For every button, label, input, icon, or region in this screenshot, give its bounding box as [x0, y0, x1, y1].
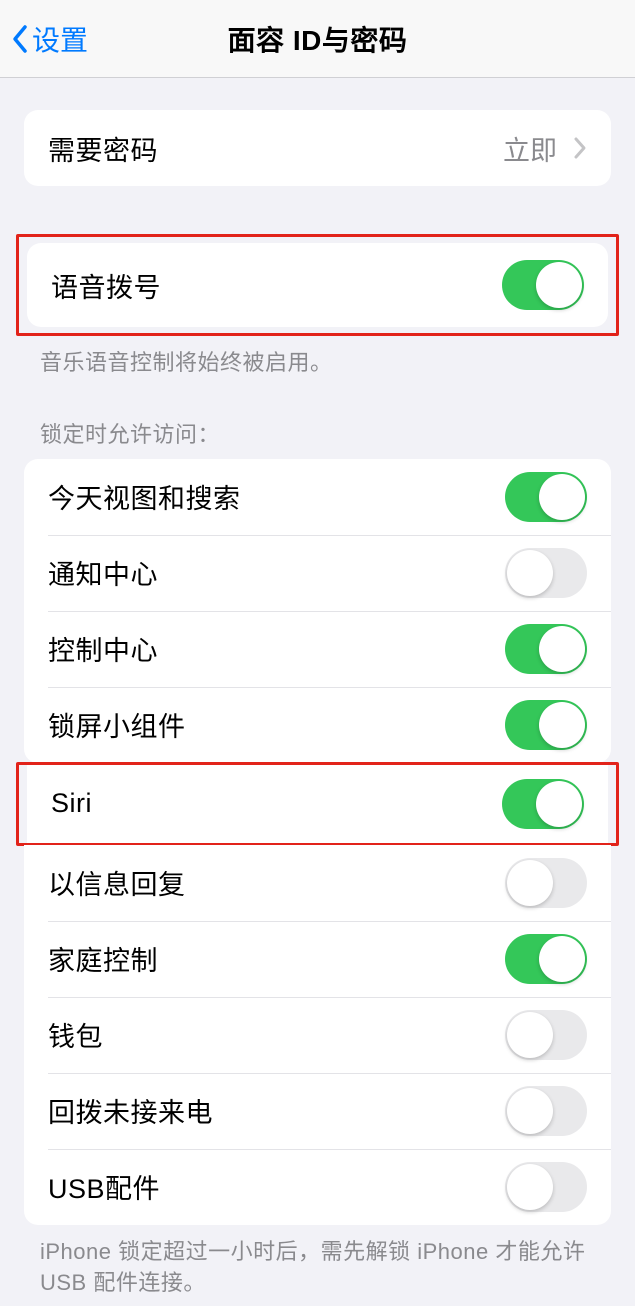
notification-center-toggle[interactable]: [505, 548, 587, 598]
notification-center-label: 通知中心: [48, 553, 505, 592]
chevron-right-icon: [573, 136, 587, 160]
lock-access-header: 锁定时允许访问：: [0, 417, 635, 459]
lock-access-card: 今天视图和搜索 通知中心 控制中心 锁屏小组件: [24, 459, 611, 763]
back-label: 设置: [32, 19, 88, 59]
toggle-knob: [507, 550, 553, 596]
usb-footer: iPhone 锁定超过一小时后，需先解锁 iPhone 才能允许USB 配件连接…: [0, 1225, 635, 1299]
today-view-toggle[interactable]: [505, 472, 587, 522]
toggle-knob: [539, 474, 585, 520]
control-center-toggle[interactable]: [505, 624, 587, 674]
usb-toggle[interactable]: [505, 1162, 587, 1212]
lock-access-card-2: 以信息回复 家庭控制 钱包 回拨未接来电 USB配件: [24, 845, 611, 1225]
toggle-knob: [536, 781, 582, 827]
siri-label: Siri: [51, 788, 502, 819]
voice-dial-section: 语音拨号 音乐语音控制将始终被启用。: [0, 234, 635, 379]
usb-label: USB配件: [48, 1167, 505, 1206]
control-center-row: 控制中心: [24, 611, 611, 687]
notification-center-row: 通知中心: [24, 535, 611, 611]
nav-bar: 设置 面容 ID与密码: [0, 0, 635, 78]
siri-row: Siri: [27, 765, 608, 843]
lock-access-section: 锁定时允许访问： 今天视图和搜索 通知中心 控制中心 锁屏小组件 Siri: [0, 417, 635, 1299]
siri-highlight: Siri: [16, 762, 619, 846]
toggle-knob: [539, 702, 585, 748]
voice-dial-row: 语音拨号: [27, 243, 608, 327]
home-control-row: 家庭控制: [24, 921, 611, 997]
today-view-label: 今天视图和搜索: [48, 477, 505, 516]
lockscreen-widgets-label: 锁屏小组件: [48, 705, 505, 744]
wallet-row: 钱包: [24, 997, 611, 1073]
reply-message-toggle[interactable]: [505, 858, 587, 908]
today-view-row: 今天视图和搜索: [24, 459, 611, 535]
wallet-toggle[interactable]: [505, 1010, 587, 1060]
toggle-knob: [539, 626, 585, 672]
content: 需要密码 立即 语音拨号 音乐语音控制将始终被启用。: [0, 110, 635, 1306]
voice-dial-toggle[interactable]: [502, 260, 584, 310]
lockscreen-widgets-row: 锁屏小组件: [24, 687, 611, 763]
passcode-card: 需要密码 立即: [24, 110, 611, 186]
wallet-label: 钱包: [48, 1015, 505, 1054]
callback-label: 回拨未接来电: [48, 1091, 505, 1130]
reply-message-row: 以信息回复: [24, 845, 611, 921]
callback-toggle[interactable]: [505, 1086, 587, 1136]
toggle-knob: [507, 1012, 553, 1058]
home-control-label: 家庭控制: [48, 939, 505, 978]
callback-row: 回拨未接来电: [24, 1073, 611, 1149]
reply-message-label: 以信息回复: [48, 863, 505, 902]
lockscreen-widgets-toggle[interactable]: [505, 700, 587, 750]
toggle-knob: [536, 262, 582, 308]
require-passcode-label: 需要密码: [48, 129, 503, 168]
toggle-knob: [507, 860, 553, 906]
voice-dial-label: 语音拨号: [51, 266, 502, 305]
toggle-knob: [539, 936, 585, 982]
voice-dial-card: 语音拨号: [27, 243, 608, 327]
toggle-knob: [507, 1164, 553, 1210]
passcode-section: 需要密码 立即: [0, 110, 635, 186]
control-center-label: 控制中心: [48, 629, 505, 668]
voice-dial-footer: 音乐语音控制将始终被启用。: [0, 336, 635, 379]
usb-row: USB配件: [24, 1149, 611, 1225]
voice-dial-highlight: 语音拨号: [16, 234, 619, 336]
siri-toggle[interactable]: [502, 779, 584, 829]
page-title: 面容 ID与密码: [228, 19, 408, 59]
back-button[interactable]: 设置: [10, 19, 88, 59]
chevron-left-icon: [10, 22, 30, 56]
home-control-toggle[interactable]: [505, 934, 587, 984]
require-passcode-row[interactable]: 需要密码 立即: [24, 110, 611, 186]
require-passcode-value: 立即: [503, 129, 557, 168]
toggle-knob: [507, 1088, 553, 1134]
